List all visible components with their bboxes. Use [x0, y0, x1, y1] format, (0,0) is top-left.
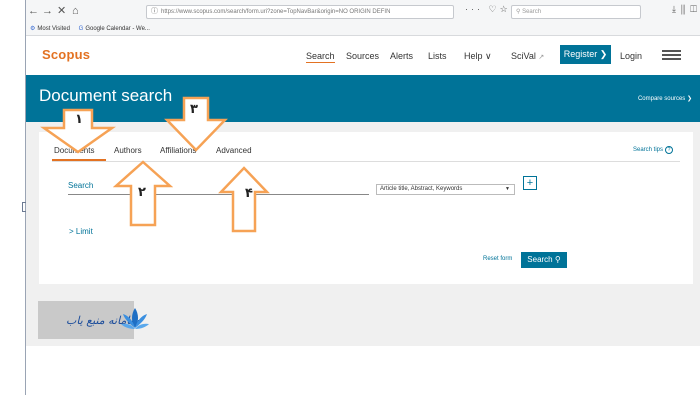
page-banner: Document search Compare sources ❯	[26, 75, 700, 122]
page-actions-menu[interactable]: ··· ♡☆	[465, 4, 511, 15]
pocket-icon[interactable]: ♡	[489, 4, 500, 14]
home-icon[interactable]: ⌂	[72, 4, 79, 18]
annotation-label-4: ۴	[245, 186, 253, 201]
annotation-label-3: ۳	[190, 102, 198, 117]
download-icon[interactable]: ⤓	[672, 4, 681, 14]
menu-icon[interactable]	[662, 50, 681, 60]
register-button[interactable]: Register ❯	[560, 45, 611, 64]
bookmark-star-icon[interactable]: ☆	[500, 4, 511, 14]
reset-form-link[interactable]: Reset form	[483, 256, 512, 262]
browser-toolbar: ← → ✕ ⌂ ⓘ https://www.scopus.com/search/f…	[26, 0, 700, 24]
chevron-down-icon: ∨	[485, 51, 492, 61]
login-link[interactable]: Login	[620, 51, 642, 61]
bookmark-most-visited[interactable]: ⚙ Most Visited	[30, 26, 70, 32]
lotus-logo-icon	[121, 308, 149, 329]
page-title: Document search	[39, 86, 173, 105]
info-icon: ⓘ	[151, 8, 158, 15]
annotation-label-2: ۲	[138, 185, 146, 200]
external-link-icon: ↗	[538, 54, 545, 61]
site-header: Scopus Search Sources Alerts Lists Help …	[26, 37, 700, 75]
search-field-select[interactable]: Article title, Abstract, Keywords ▼	[376, 184, 515, 195]
address-bar[interactable]: ⓘ https://www.scopus.com/search/form.uri?…	[146, 5, 454, 19]
browser-toolbar-icons: ⤓⫼◫	[672, 4, 700, 15]
compare-sources-link[interactable]: Compare sources ❯	[638, 95, 692, 102]
gear-icon: ⚙	[30, 26, 36, 32]
forward-arrow-icon[interactable]: →	[42, 4, 53, 18]
nav-sources[interactable]: Sources	[346, 51, 379, 61]
library-icon[interactable]: ⫼	[681, 4, 690, 14]
sidebar-icon[interactable]: ◫	[690, 4, 700, 14]
nav-scival[interactable]: SciVal ↗	[511, 51, 544, 61]
url-text: https://www.scopus.com/search/form.uri?z…	[161, 9, 391, 15]
help-icon: ?	[665, 146, 674, 154]
nav-search[interactable]: Search	[306, 51, 335, 63]
dropdown-caret-icon: ▼	[505, 186, 510, 192]
stop-icon[interactable]: ✕	[57, 4, 66, 18]
tab-authors[interactable]: Authors	[114, 146, 142, 155]
scopus-logo[interactable]: Scopus	[42, 47, 90, 62]
search-button[interactable]: Search ⚲	[521, 252, 567, 268]
search-tips-link[interactable]: Search tips?	[633, 146, 674, 154]
limit-toggle[interactable]: > Limit	[69, 227, 93, 236]
annotation-label-1: ۱	[75, 112, 83, 127]
back-arrow-icon[interactable]: ←	[28, 4, 39, 18]
google-icon: G	[78, 26, 84, 32]
nav-alerts[interactable]: Alerts	[390, 51, 413, 61]
bookmark-google-calendar[interactable]: G Google Calendar - We...	[79, 26, 150, 32]
add-search-field-button[interactable]: +	[523, 176, 537, 190]
bookmarks-toolbar: ⚙ Most Visited G Google Calendar - We...	[26, 24, 700, 36]
browser-search-input[interactable]: ⚲ Search	[511, 5, 641, 19]
annotation-arrow-up-4	[218, 166, 270, 233]
active-tab-indicator	[52, 159, 106, 161]
nav-lists[interactable]: Lists	[428, 51, 447, 61]
nav-help[interactable]: Help ∨	[464, 51, 492, 62]
search-field-label: Search	[68, 181, 94, 190]
